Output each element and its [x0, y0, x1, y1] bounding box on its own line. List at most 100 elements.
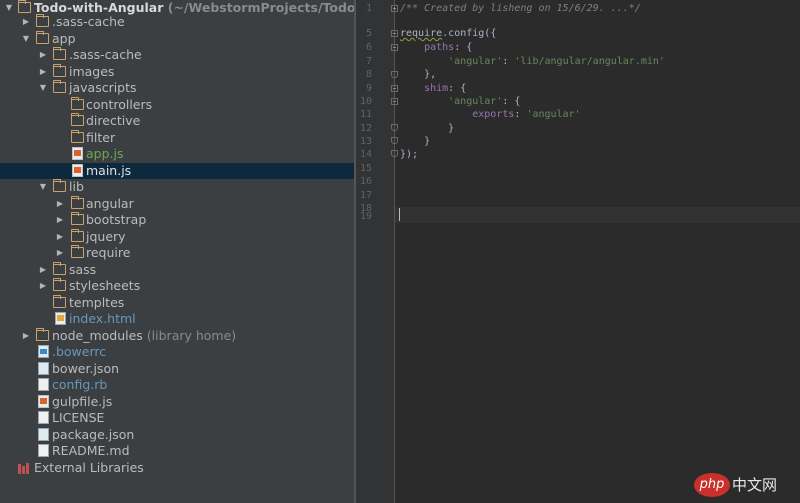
tree-item-angular[interactable]: ▶ angular — [0, 195, 354, 213]
tree-item-bower-json[interactable]: bower.json — [0, 361, 354, 378]
line-number: 19 — [359, 211, 372, 222]
folder-icon — [71, 195, 84, 209]
tree-item-label: gulpfile.js — [52, 393, 113, 409]
code-token: 'angular' — [526, 109, 581, 120]
config-file-icon — [38, 345, 49, 358]
tree-item-app-sass-cache[interactable]: ▶ .sass-cache — [0, 47, 354, 64]
tree-item-node-modules[interactable]: ▶ node_modules (library home) — [0, 327, 354, 345]
folder-icon — [36, 14, 49, 27]
html-file-icon — [55, 312, 66, 325]
folder-icon — [53, 278, 66, 291]
tree-item-package-json[interactable]: package.json — [0, 427, 354, 444]
tree-item-label: angular — [86, 195, 134, 211]
code-token: .config({ — [442, 28, 497, 39]
tree-item-sass-cache[interactable]: ▶ .sass-cache — [0, 14, 354, 31]
tree-item-readme[interactable]: README.md — [0, 443, 354, 460]
folder-icon — [36, 30, 49, 44]
tree-item-bootstrap[interactable]: ▶ bootstrap — [0, 212, 354, 229]
library-icon — [18, 462, 31, 474]
tree-item-stylesheets[interactable]: ▶ stylesheets — [0, 278, 354, 295]
tree-item-images[interactable]: ▶ images — [0, 63, 354, 81]
tree-root-name: Todo-with-Angular — [34, 0, 164, 15]
library-home-hint: (library home) — [146, 327, 237, 343]
tree-item-label: .bowerrc — [52, 344, 107, 359]
tree-item-label: main.js — [86, 162, 132, 178]
tree-item-bowerrc[interactable]: .bowerrc — [0, 344, 354, 361]
tree-item-label: directive — [86, 113, 141, 128]
tree-item-label: package.json — [52, 426, 135, 442]
tree-item-javascripts[interactable]: ▼ javascripts — [0, 80, 354, 97]
tree-item-filter[interactable]: filter — [0, 129, 354, 147]
tree-item-label: controllers — [86, 96, 153, 112]
tree-item-external-libraries[interactable]: External Libraries — [0, 460, 354, 477]
folder-icon — [36, 327, 49, 341]
js-file-icon — [72, 147, 83, 160]
code-token: } — [400, 136, 431, 147]
chevron-right-icon[interactable]: ▶ — [37, 278, 49, 295]
code-line-7: 'angular': 'lib/angular/angular.min' — [400, 54, 665, 70]
tree-item-main-js[interactable]: main.js — [0, 162, 354, 179]
chevron-down-icon[interactable]: ▼ — [37, 80, 49, 97]
tree-item-label: jquery — [86, 228, 126, 244]
chevron-right-icon[interactable]: ▶ — [20, 14, 32, 31]
tree-item-jquery[interactable]: ▶ jquery — [0, 228, 354, 246]
chevron-down-icon[interactable]: ▼ — [37, 179, 49, 196]
tree-item-label: bootstrap — [86, 212, 147, 227]
tree-item-templtes[interactable]: templtes — [0, 294, 354, 312]
tree-item-app[interactable]: ▼ app — [0, 30, 354, 48]
code-editor[interactable]: /** Created by lisheng on 15/6/29. ...*/… — [395, 0, 800, 503]
code-line-14: }); — [400, 147, 418, 163]
json-file-icon — [38, 361, 49, 375]
tree-item-label: node_modules — [52, 327, 143, 343]
ruby-file-icon — [38, 378, 49, 391]
tree-item-label: README.md — [52, 443, 130, 458]
code-token: shim — [400, 83, 449, 94]
tree-item-label: app.js — [86, 146, 124, 161]
code-token: : — [502, 56, 515, 67]
tree-item-label: index.html — [69, 311, 136, 326]
tree-item-index-html[interactable]: index.html — [0, 311, 354, 328]
tree-item-label: templtes — [69, 294, 125, 310]
code-token: exports — [400, 109, 515, 120]
tree-item-label: External Libraries — [34, 459, 144, 475]
tree-item-directive[interactable]: directive — [0, 113, 354, 130]
text-file-icon — [38, 411, 49, 424]
chevron-right-icon[interactable]: ▶ — [37, 64, 49, 81]
chevron-down-icon[interactable]: ▼ — [20, 31, 32, 48]
tree-item-gulpfile-js[interactable]: gulpfile.js — [0, 394, 354, 411]
tree-item-label: filter — [86, 129, 116, 145]
code-token: }, — [400, 69, 437, 80]
tree-item-lib[interactable]: ▼ lib — [0, 179, 354, 196]
folder-icon — [18, 0, 31, 13]
watermark: php 中文网 — [692, 471, 792, 497]
code-token: } — [400, 123, 455, 134]
folder-icon — [71, 245, 84, 258]
chevron-right-icon[interactable]: ▶ — [54, 245, 66, 262]
tree-item-sass[interactable]: ▶ sass — [0, 261, 354, 279]
folder-icon — [71, 96, 84, 110]
folder-icon — [53, 80, 66, 93]
tree-item-label: lib — [69, 179, 84, 194]
doc-comment: /** Created by lisheng on 15/6/29. ...*/ — [400, 3, 641, 14]
chevron-right-icon[interactable]: ▶ — [20, 328, 32, 345]
code-token: 'lib/angular/angular.min' — [514, 56, 665, 67]
tree-item-license[interactable]: LICENSE — [0, 410, 354, 427]
php-logo: php — [694, 473, 730, 497]
tree-item-app-js[interactable]: app.js — [0, 146, 354, 163]
tree-item-label: app — [52, 30, 76, 46]
tree-item-label: sass — [69, 261, 97, 277]
chevron-right-icon[interactable]: ▶ — [54, 196, 66, 213]
code-token: : { — [454, 42, 473, 53]
folder-icon — [53, 179, 66, 192]
code-token: 'angular' — [400, 96, 503, 107]
folder-icon — [53, 63, 66, 77]
folder-icon — [71, 113, 84, 126]
chevron-right-icon[interactable]: ▶ — [37, 262, 49, 279]
tree-item-config-rb[interactable]: config.rb — [0, 377, 354, 394]
tree-item-require[interactable]: ▶ require — [0, 245, 354, 262]
chevron-right-icon[interactable]: ▶ — [54, 212, 66, 229]
code-line-1: /** Created by lisheng on 15/6/29. ...*/ — [400, 1, 641, 17]
tree-item-controllers[interactable]: controllers — [0, 96, 354, 114]
chevron-right-icon[interactable]: ▶ — [37, 47, 49, 64]
chevron-right-icon[interactable]: ▶ — [54, 229, 66, 246]
